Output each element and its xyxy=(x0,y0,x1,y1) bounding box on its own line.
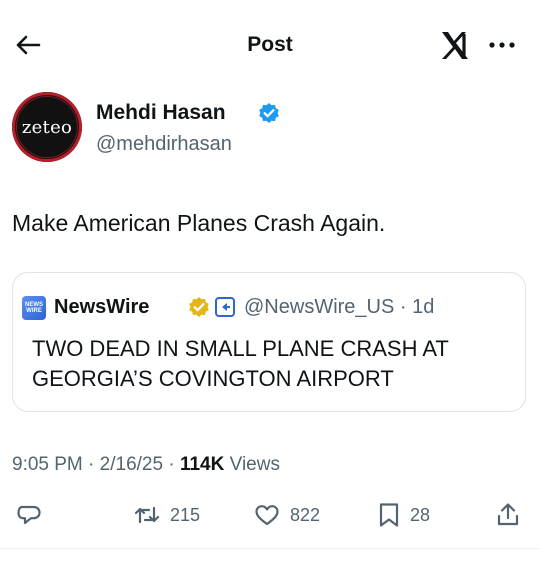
post-time[interactable]: 9:05 PM xyxy=(12,454,83,475)
avatar[interactable]: zeteo xyxy=(12,92,82,162)
avatar-text: zeteo xyxy=(21,116,73,138)
views-label: Views xyxy=(229,454,280,475)
share-button[interactable] xyxy=(496,500,520,530)
post-meta: 9:05 PM · 2/16/25 · 114K Views xyxy=(12,452,280,478)
more-dots-icon xyxy=(489,42,515,48)
quoted-post-text: TWO DEAD IN SMALL PLANE CRASH AT GEORGIA… xyxy=(32,336,449,391)
verified-gold-badge-icon xyxy=(188,296,210,318)
repost-button[interactable]: 215 xyxy=(134,500,200,530)
views-count: 114K xyxy=(179,454,225,475)
divider xyxy=(0,548,540,549)
reply-button[interactable] xyxy=(16,500,52,530)
post-date[interactable]: 2/16/25 xyxy=(100,454,163,475)
repost-count: 215 xyxy=(170,504,201,525)
bookmark-button[interactable]: 28 xyxy=(378,500,430,530)
quoted-handle-time: @NewsWire_US · 1d xyxy=(244,296,435,318)
verified-badge-icon xyxy=(258,102,280,124)
meta-separator: · xyxy=(88,454,100,475)
more-options-button[interactable] xyxy=(482,30,522,60)
author-name[interactable]: Mehdi Hasan xyxy=(96,100,226,126)
newswire-logo: NEWS WIRE xyxy=(22,296,46,320)
post-text: Make American Planes Crash Again. xyxy=(12,210,386,236)
author-handle[interactable]: @mehdirhasan xyxy=(96,132,232,156)
bookmark-count: 28 xyxy=(410,504,431,525)
like-button[interactable]: 822 xyxy=(254,500,320,530)
share-icon xyxy=(497,503,519,526)
like-count: 822 xyxy=(290,504,321,525)
meta-separator: · xyxy=(168,454,180,475)
affiliate-badge-icon xyxy=(214,296,236,318)
avatar-badge: zeteo xyxy=(16,96,78,158)
arrow-left-icon xyxy=(16,35,41,55)
x-logo-icon[interactable] xyxy=(437,28,473,62)
bookmark-icon xyxy=(379,503,399,527)
newswire-logo-line: WIRE xyxy=(26,308,42,314)
quoted-author-name: NewsWire xyxy=(54,296,150,318)
heart-icon xyxy=(255,505,279,526)
back-button[interactable] xyxy=(10,30,46,60)
repost-icon xyxy=(134,506,160,524)
reply-icon xyxy=(17,505,41,525)
